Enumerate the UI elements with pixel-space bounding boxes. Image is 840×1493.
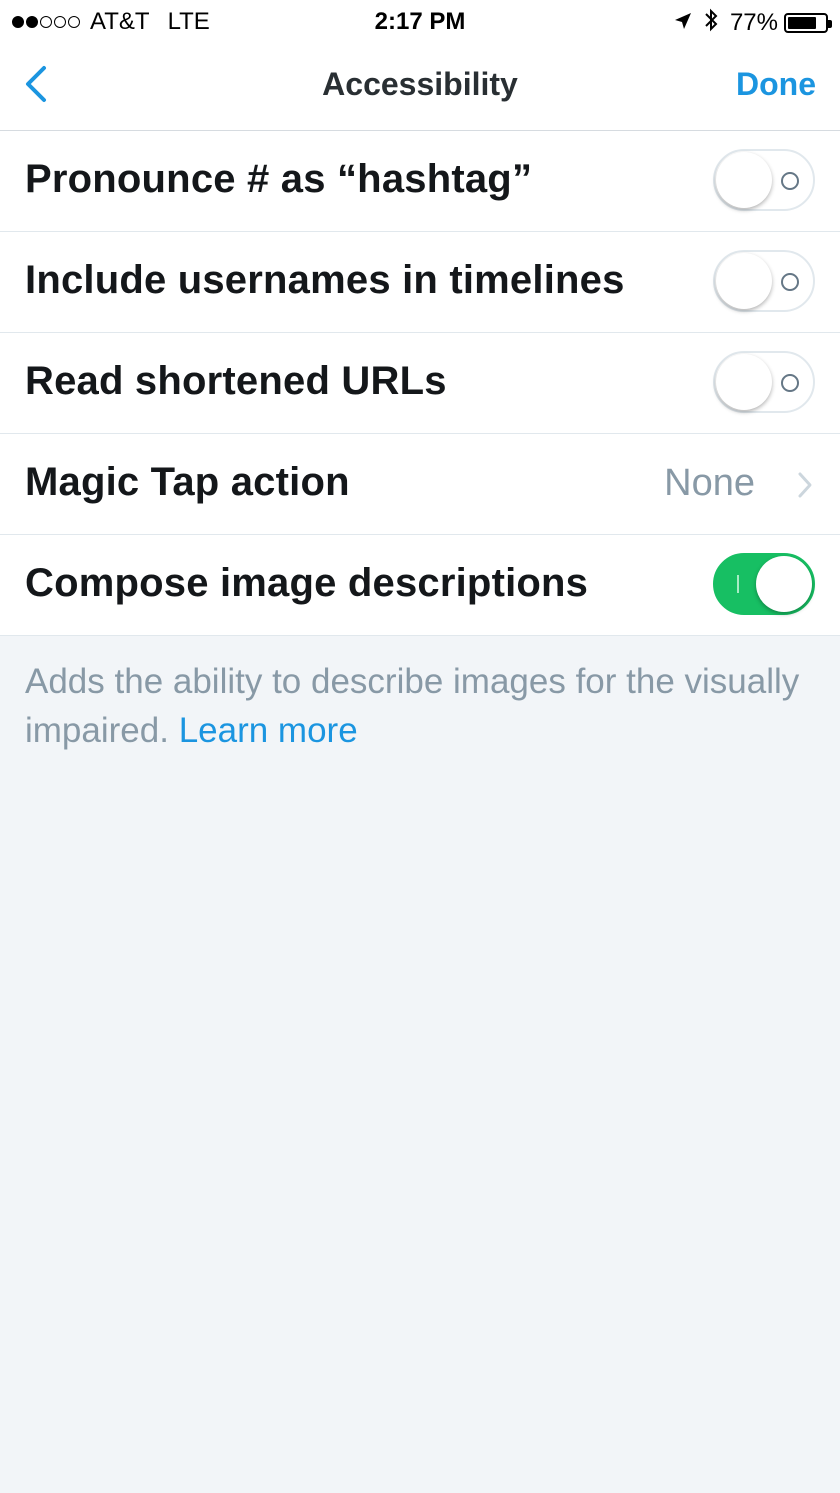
setting-label: Compose image descriptions: [25, 561, 589, 605]
location-arrow-icon: [674, 10, 692, 36]
toggle-knob: [716, 354, 772, 410]
pronounce-hashtag-toggle[interactable]: [713, 149, 815, 211]
setting-row-magic-tap-action[interactable]: Magic Tap action None: [0, 434, 840, 535]
setting-row-include-usernames: Include usernames in timelines: [0, 232, 840, 333]
setting-label: Magic Tap action: [25, 460, 350, 504]
done-button[interactable]: Done: [736, 66, 816, 103]
page-title: Accessibility: [322, 66, 518, 102]
toggle-knob: [716, 253, 772, 309]
setting-label: Read shortened URLs: [25, 359, 447, 403]
toggle-off-icon: [781, 172, 799, 190]
toggle-off-icon: [781, 273, 799, 291]
setting-row-compose-image-descriptions: Compose image descriptions: [0, 535, 840, 636]
chevron-right-icon: [798, 472, 812, 498]
battery-fill: [788, 17, 816, 29]
status-right: 77%: [674, 8, 832, 38]
battery-percent: 77%: [729, 9, 778, 36]
learn-more-link[interactable]: Learn more: [179, 711, 358, 750]
status-bar: AT&T LTE 2:17 PM 77%: [0, 0, 840, 42]
magic-tap-value: None: [664, 462, 755, 504]
setting-label: Pronounce # as “hashtag”: [25, 157, 533, 201]
compose-image-descriptions-toggle[interactable]: [713, 553, 815, 615]
setting-row-read-shortened-urls: Read shortened URLs: [0, 333, 840, 434]
toggle-off-icon: [781, 374, 799, 392]
settings-list: Pronounce # as “hashtag” Include usernam…: [0, 131, 840, 636]
battery-icon: [784, 13, 832, 33]
bluetooth-icon: [704, 8, 718, 38]
setting-row-pronounce-hashtag: Pronounce # as “hashtag”: [0, 131, 840, 232]
read-shortened-urls-toggle[interactable]: [713, 351, 815, 413]
setting-label: Include usernames in timelines: [25, 258, 625, 302]
navigation-bar: Accessibility Done: [0, 42, 840, 131]
toggle-on-icon: [737, 575, 739, 593]
include-usernames-toggle[interactable]: [713, 250, 815, 312]
toggle-knob: [756, 556, 812, 612]
footer-description: Adds the ability to describe images for …: [25, 657, 815, 755]
battery-tip: [828, 20, 832, 28]
footer-text: Adds the ability to describe images for …: [25, 662, 800, 750]
toggle-knob: [716, 152, 772, 208]
